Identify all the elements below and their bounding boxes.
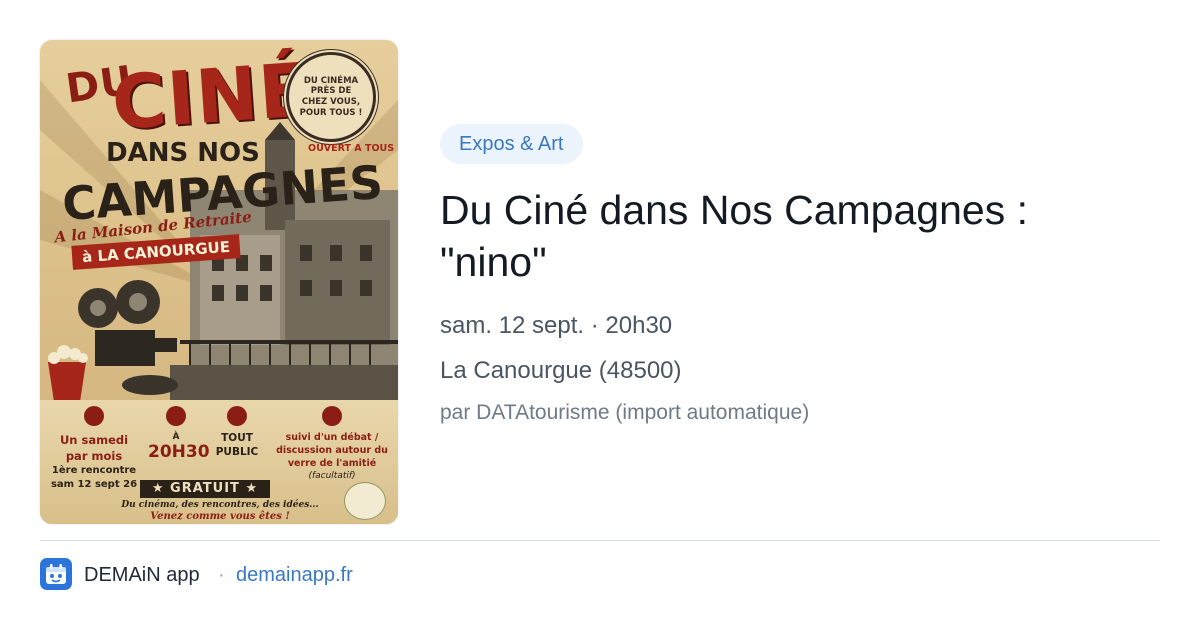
poster-col2-time: 20H30 (148, 442, 210, 462)
poster-col4-note: (facultatif) (308, 471, 356, 482)
organizer-logo (344, 482, 386, 520)
poster-tagline-line1: Du cinéma, des rencontres, des idées... (121, 500, 319, 510)
poster-time-column: À 20H30 (148, 406, 210, 462)
event-date: sam. 12 sept. · 20h30 (440, 312, 673, 339)
poster-col3-line1: TOUT (221, 432, 253, 444)
people-icon (227, 406, 247, 426)
poster-info-bar: Un samedi par mois 1ère rencontre sam 12… (40, 400, 398, 524)
poster-col3-line2: PUBLIC (215, 445, 259, 458)
poster-debate-column: suivi d'un débat / discussion autour du … (272, 406, 392, 483)
poster-tagline-line2: Venez comme vous êtes ! (150, 511, 290, 523)
poster-ouvert-text: OUVERT A TOUS (308, 143, 395, 154)
poster-col2-small: À (172, 432, 180, 442)
app-url-link[interactable]: demainapp.fr (236, 564, 353, 587)
event-author: par DATAtourisme (import automatique) (440, 401, 810, 424)
app-name: DEMAiN app (84, 564, 200, 586)
poster-audience-column: TOUT PUBLIC (208, 406, 266, 459)
poster-col1-line3: 1ère rencontre (51, 465, 137, 477)
category-tag[interactable]: Expos & Art (440, 124, 583, 164)
event-poster-image[interactable]: DU CINÉ DANS NOS CAMPAGNES A la Maison d… (40, 40, 398, 524)
event-title[interactable]: Du Ciné dans Nos Campagnes : "nino" (440, 184, 1140, 288)
clock-icon (166, 406, 186, 426)
poster-gratuit-banner: ★ GRATUIT ★ (140, 480, 270, 498)
calendar-icon (84, 406, 104, 426)
poster-tagline: Du cinéma, des rencontres, des idées... … (100, 500, 340, 524)
poster-col1-line2: par mois (65, 449, 123, 464)
event-card[interactable]: DU CINÉ DANS NOS CAMPAGNES A la Maison d… (0, 0, 1200, 630)
event-location: La Canourgue (48500) (440, 357, 682, 384)
footer-separator: · (218, 564, 225, 586)
poster-cine-text: CINÉ (109, 47, 314, 147)
poster-dans-nos-text: DANS NOS (106, 138, 260, 168)
divider (40, 540, 1160, 541)
poster-col1-line1: Un samedi (59, 433, 129, 447)
poster-badge-text: DU CINÉMA PRÈS DE CHEZ VOUS, POUR TOUS ! (299, 75, 363, 118)
app-logo-icon (40, 558, 72, 590)
poster-schedule-column: Un samedi par mois 1ère rencontre sam 12… (46, 406, 142, 492)
poster-col1-line4: sam 12 sept 26 (50, 479, 138, 491)
poster-badge: DU CINÉMA PRÈS DE CHEZ VOUS, POUR TOUS ! (286, 52, 376, 142)
poster-col4-text: suivi d'un débat / discussion autour du … (276, 432, 388, 469)
speech-bubble-icon (322, 406, 342, 426)
